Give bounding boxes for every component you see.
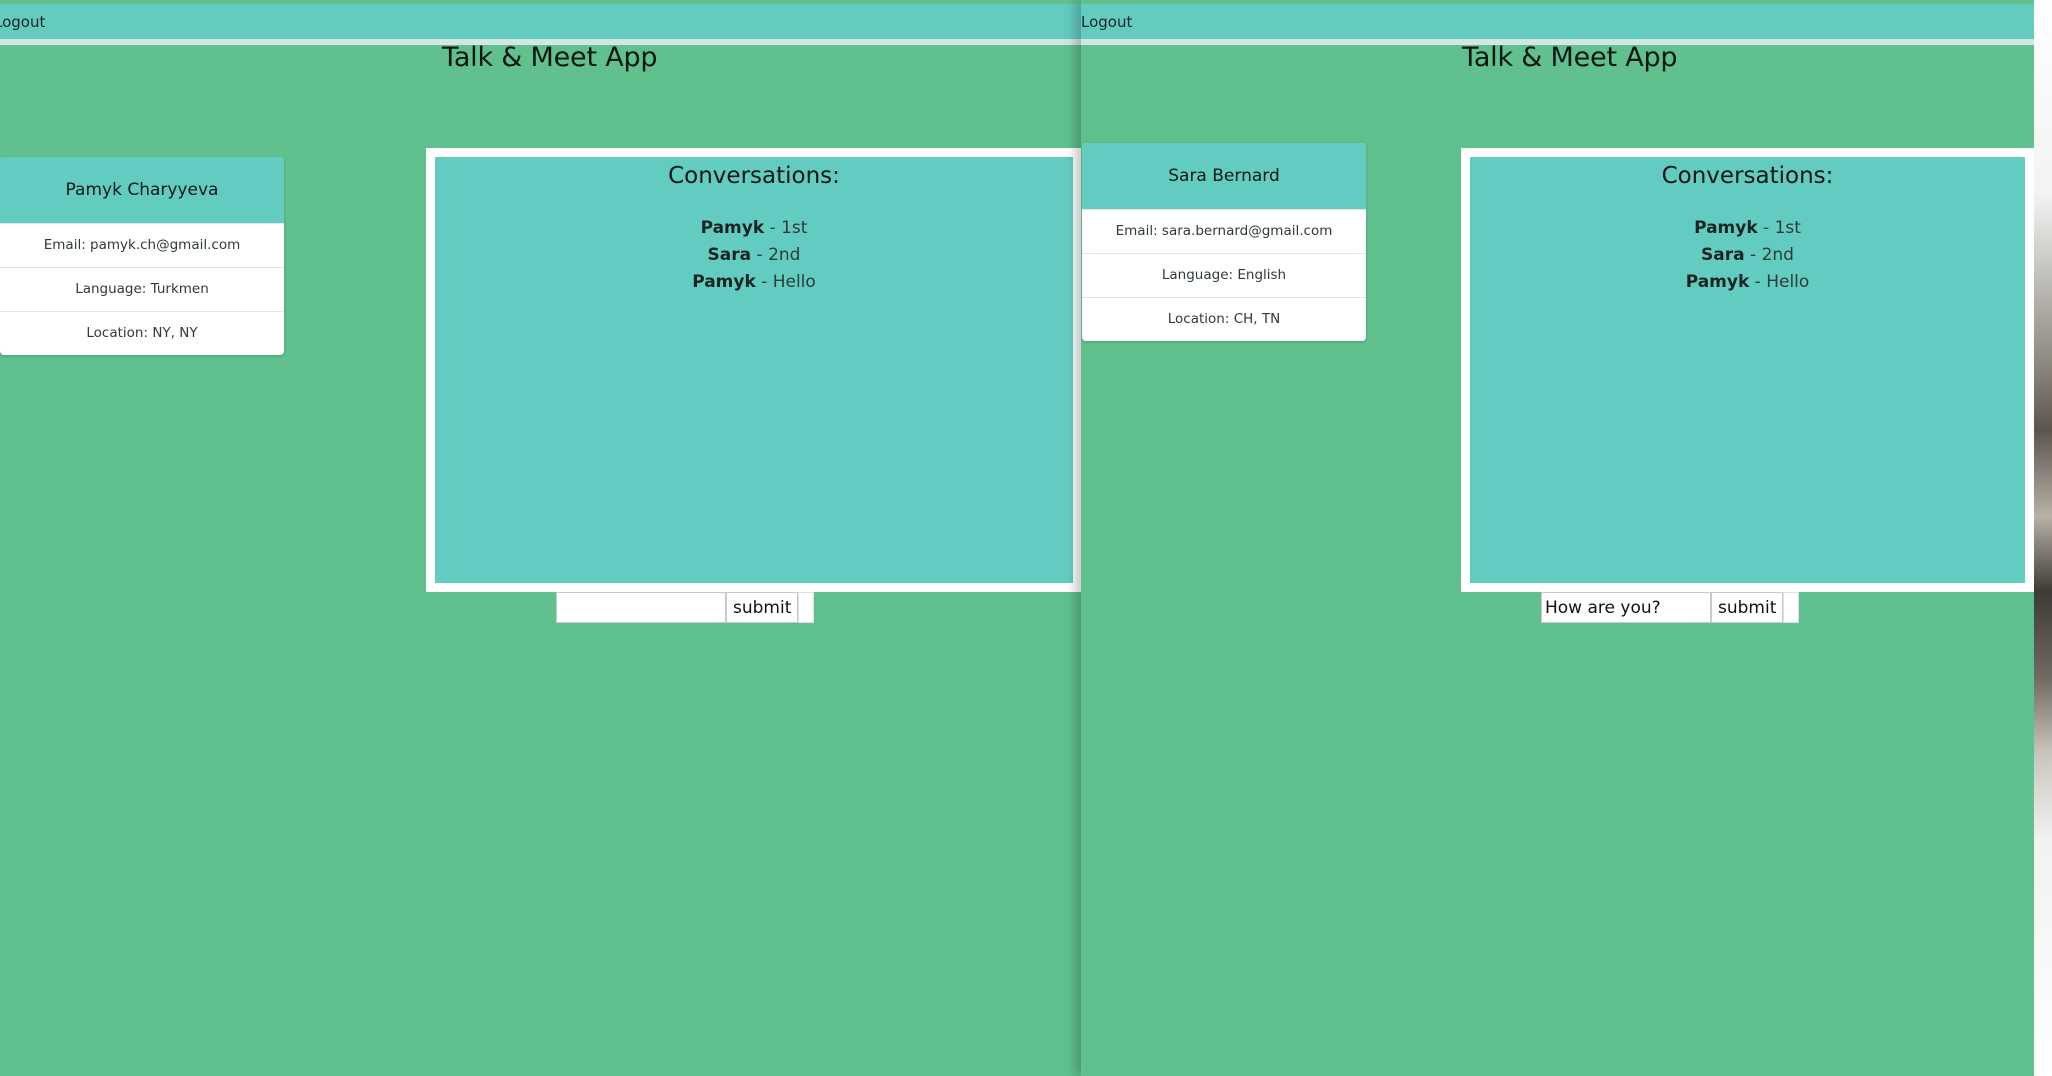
message-item: Sara - 2nd <box>435 242 1073 269</box>
message-text: - 1st <box>1757 218 1801 238</box>
app-title: Talk & Meet App <box>1462 42 1678 73</box>
conversations-title: Conversations: <box>1661 163 1834 189</box>
message-list: Pamyk - 1st Sara - 2nd Pamyk - Hello <box>1470 215 2025 296</box>
message-text: - 1st <box>764 218 808 238</box>
message-input[interactable] <box>556 592 726 623</box>
submit-button[interactable]: submit <box>726 592 799 623</box>
message-item: Pamyk - 1st <box>435 215 1073 242</box>
profile-card: Sara Bernard Email: sara.bernard@gmail.c… <box>1082 143 1366 341</box>
message-item: Pamyk - 1st <box>1470 215 2025 242</box>
logout-link[interactable]: Logout <box>1081 13 1132 31</box>
message-item: Pamyk - Hello <box>435 269 1073 296</box>
submit-button[interactable]: submit <box>1711 592 1784 623</box>
top-nav-bar: Logout <box>1081 4 2034 45</box>
profile-email: Email: sara.bernard@gmail.com <box>1082 209 1366 253</box>
message-list: Pamyk - 1st Sara - 2nd Pamyk - Hello <box>435 215 1073 296</box>
message-form: submit <box>1541 592 1800 623</box>
message-sender: Pamyk <box>700 218 765 238</box>
profile-location: Location: CH, TN <box>1082 297 1366 341</box>
message-sender: Pamyk <box>692 272 756 292</box>
message-text: - 2nd <box>751 245 801 265</box>
message-item: Pamyk - Hello <box>1470 269 2025 296</box>
profile-location: Location: NY, NY <box>0 311 284 355</box>
browser-window-right: Logout Talk & Meet App Sara Bernard Emai… <box>1081 0 2034 1076</box>
conversations-panel: Conversations: Pamyk - 1st Sara - 2nd Pa… <box>426 148 1081 592</box>
message-text: - 2nd <box>1744 245 1794 265</box>
profile-card: Pamyk Charyyeva Email: pamyk.ch@gmail.co… <box>0 157 284 355</box>
message-sender: Pamyk <box>1685 272 1750 292</box>
logout-link[interactable]: Logout <box>0 13 45 31</box>
profile-language: Language: Turkmen <box>0 267 284 311</box>
message-text: - Hello <box>1749 272 1810 292</box>
message-form: submit <box>556 592 815 623</box>
message-input[interactable] <box>1541 592 1711 623</box>
profile-name: Sara Bernard <box>1082 143 1366 209</box>
form-spacer <box>1783 592 1800 623</box>
conversations-panel: Conversations: Pamyk - 1st Sara - 2nd Pa… <box>1461 148 2034 592</box>
message-sender: Sara <box>707 245 752 265</box>
app-title: Talk & Meet App <box>442 42 658 73</box>
message-sender: Sara <box>1701 245 1745 265</box>
message-sender: Pamyk <box>1694 218 1758 238</box>
conversations-title: Conversations: <box>668 163 840 189</box>
message-text: - Hello <box>755 272 816 292</box>
top-nav-bar: Logout <box>0 4 1081 45</box>
desktop-background-strip <box>2034 0 2052 1076</box>
profile-email: Email: pamyk.ch@gmail.com <box>0 223 284 267</box>
profile-name: Pamyk Charyyeva <box>0 157 284 223</box>
form-spacer <box>798 592 815 623</box>
profile-language: Language: English <box>1082 253 1366 297</box>
browser-window-left: Logout Talk & Meet App Pamyk Charyyeva E… <box>0 0 1081 1076</box>
message-item: Sara - 2nd <box>1470 242 2025 269</box>
